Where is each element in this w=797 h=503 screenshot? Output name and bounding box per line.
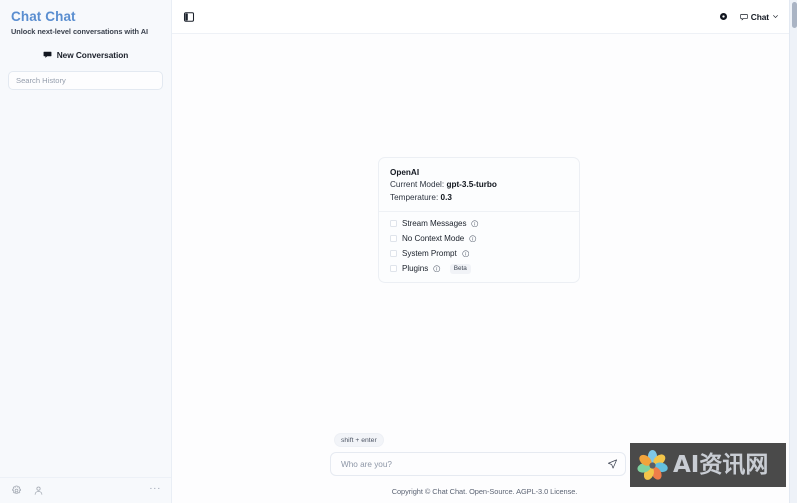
top-bar: Chat [172, 0, 797, 34]
flower-logo-icon [637, 449, 668, 480]
info-icon[interactable] [462, 250, 470, 258]
app-root: Chat Chat Unlock next-level conversation… [0, 0, 797, 503]
sidebar: Chat Chat Unlock next-level conversation… [0, 0, 172, 503]
temperature-row: Temperature: 0.3 [390, 192, 569, 204]
page-scrollbar[interactable] [789, 0, 797, 503]
checkbox[interactable] [390, 235, 397, 242]
sidebar-more-button[interactable]: ··· [149, 483, 161, 496]
current-model-row: Current Model: gpt-3.5-turbo [390, 179, 569, 191]
composer: shift + enter [330, 429, 626, 476]
chat-input[interactable] [341, 459, 599, 469]
option-label: Plugins [402, 264, 429, 273]
new-conversation-button[interactable]: New Conversation [8, 46, 163, 63]
info-icon[interactable] [469, 235, 477, 243]
new-conversation-label: New Conversation [56, 49, 129, 60]
current-model-label: Current Model: [390, 180, 445, 189]
chat-canvas: OpenAI Current Model: gpt-3.5-turbo Temp… [172, 34, 797, 503]
panel-toggle-icon[interactable] [183, 11, 195, 23]
chat-mode-selector[interactable]: Chat [738, 10, 781, 24]
option-plugins[interactable]: Plugins Beta [390, 261, 569, 276]
shift-enter-hint: shift + enter [334, 433, 384, 447]
search-history-input[interactable] [8, 71, 163, 90]
card-divider [379, 211, 579, 212]
option-stream-messages[interactable]: Stream Messages [390, 216, 569, 231]
top-bar-actions: Chat [719, 10, 781, 24]
model-settings-card: OpenAI Current Model: gpt-3.5-turbo Temp… [378, 157, 580, 283]
scrollbar-thumb[interactable] [791, 2, 797, 28]
app-tagline: Unlock next-level conversations with AI [11, 27, 149, 36]
gear-icon[interactable] [11, 485, 22, 496]
checkbox[interactable] [390, 220, 397, 227]
app-title: Chat Chat [11, 9, 76, 24]
checkbox[interactable] [390, 250, 397, 257]
sidebar-header: Chat Chat Unlock next-level conversation… [0, 0, 171, 37]
option-label: Stream Messages [402, 219, 467, 228]
option-no-context-mode[interactable]: No Context Mode [390, 231, 569, 246]
watermark-overlay: AI资讯网 [630, 443, 786, 487]
chat-mode-label: Chat [750, 11, 769, 22]
watermark-text: AI资讯网 [673, 452, 769, 478]
provider-name: OpenAI [390, 168, 420, 177]
option-label: System Prompt [402, 249, 457, 258]
send-icon[interactable] [607, 459, 618, 470]
chat-bubble-icon [740, 13, 748, 21]
copyright-footer: Copyright © Chat Chat. Open-Source. AGPL… [391, 487, 578, 496]
info-icon[interactable] [433, 265, 441, 273]
temperature-value: 0.3 [440, 193, 452, 202]
checkbox[interactable] [390, 265, 397, 272]
search-history-wrap [0, 63, 171, 90]
user-icon[interactable] [33, 485, 44, 496]
beta-badge: Beta [449, 263, 471, 274]
chevron-down-icon [773, 15, 778, 18]
option-system-prompt[interactable]: System Prompt [390, 246, 569, 261]
sidebar-footer: ··· [0, 477, 171, 503]
chat-input-row[interactable] [330, 452, 626, 476]
info-icon[interactable] [471, 220, 479, 228]
chat-bubble-icon [43, 51, 52, 58]
gear-icon[interactable] [719, 12, 728, 21]
current-model-value: gpt-3.5-turbo [446, 180, 497, 189]
main-area: Chat OpenAI Current Model: gpt-3.5-turbo… [172, 0, 797, 503]
option-label: No Context Mode [402, 234, 465, 243]
sidebar-conversation-list [0, 90, 171, 477]
temperature-label: Temperature: [390, 193, 439, 202]
